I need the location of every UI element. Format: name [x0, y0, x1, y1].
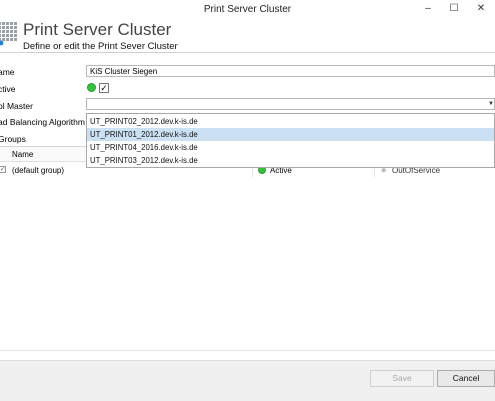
- active-checkbox[interactable]: ✓: [99, 83, 109, 93]
- active-label: ctive: [0, 84, 16, 94]
- chevron-down-icon[interactable]: ▼: [488, 98, 495, 110]
- column-header-name[interactable]: Name: [12, 150, 33, 159]
- save-button[interactable]: Save: [370, 370, 434, 387]
- title-bar: Print Server Cluster – ☐ ✕: [0, 0, 495, 19]
- name-input[interactable]: KiS Cluster Siegen: [86, 65, 495, 77]
- cancel-button[interactable]: Cancel: [437, 370, 495, 387]
- page-subtitle: Define or edit the Print Sever Cluster: [23, 41, 178, 52]
- name-label: ame: [0, 67, 15, 77]
- dropdown-option-selected[interactable]: UT_PRINT01_2012.dev.k-is.de: [87, 128, 494, 141]
- dropdown-option[interactable]: UT_PRINT02_2012.dev.k-is.de: [87, 115, 494, 128]
- content-divider: [0, 350, 495, 351]
- server-grid-icon: [0, 22, 18, 46]
- page-title: Print Server Cluster: [23, 20, 172, 39]
- load-balancing-label: ad Balancing Algorithm: [0, 117, 85, 127]
- header-divider: [0, 52, 495, 53]
- minimize-button[interactable]: –: [417, 1, 439, 17]
- active-status-icon: [87, 83, 96, 92]
- group-name-cell[interactable]: (default group): [12, 166, 64, 175]
- dropdown-option[interactable]: UT_PRINT04_2016.dev.k-is.de: [87, 141, 494, 154]
- pool-master-label: ol Master: [0, 101, 33, 111]
- pool-master-dropdown-list: UT_PRINT02_2012.dev.k-is.de UT_PRINT01_2…: [86, 113, 495, 168]
- pool-master-select[interactable]: [86, 98, 495, 110]
- name-input-value: KiS Cluster Siegen: [90, 67, 158, 76]
- close-button[interactable]: ✕: [470, 1, 492, 17]
- row-checkbox[interactable]: ✓: [0, 166, 6, 173]
- dropdown-option[interactable]: UT_PRINT03_2012.dev.k-is.de: [87, 154, 494, 167]
- maximize-button[interactable]: ☐: [443, 1, 465, 17]
